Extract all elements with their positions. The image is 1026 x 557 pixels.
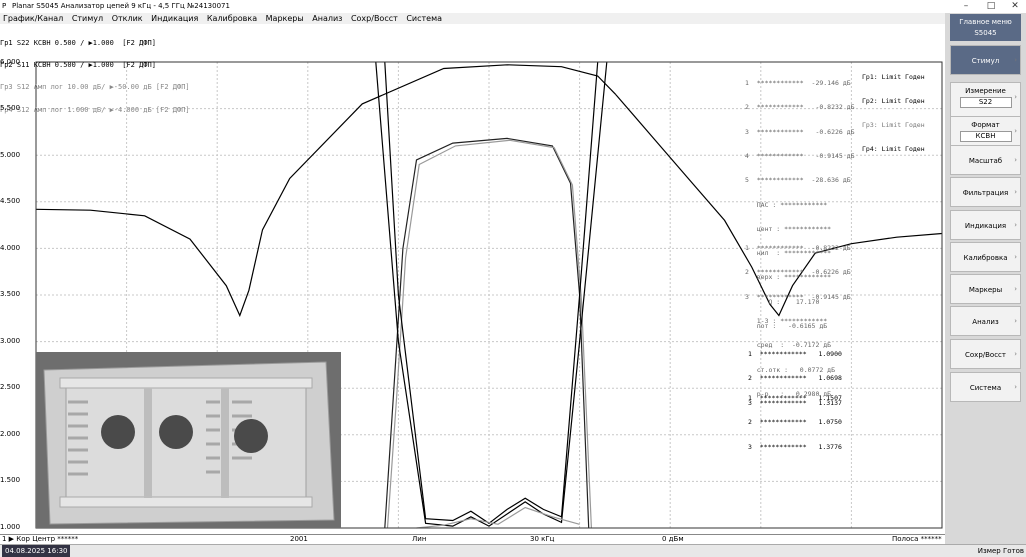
softkey-markers[interactable]: Маркеры › [950, 274, 1021, 304]
y-tick: 3.500 [0, 290, 21, 298]
channel-status-bar: 1 ▶ Кор Центр ****** 2001 Лин 30 кГц 0 д… [0, 534, 945, 544]
marker-line: 2 ************ -0.6226 дБ [745, 268, 851, 277]
y-tick: 1.000 [0, 523, 21, 531]
chevron-right-icon: › [1014, 156, 1017, 164]
limit-test-results: Гр1: Limit Годен Гр2: Limit Годен Гр3: L… [862, 57, 925, 161]
chevron-right-icon: › [1014, 127, 1017, 135]
span-value[interactable]: Полоса ****** [892, 535, 942, 544]
trace-2-label[interactable]: Гр2 S11 КСВН 0.500 / ▶1.000 [F2 ДФП] [0, 62, 190, 70]
if-bandwidth[interactable]: 30 кГц [530, 535, 554, 544]
sweep-type[interactable]: Лин [412, 535, 426, 544]
marker-line: 2 ************ 1.0750 [748, 418, 842, 427]
softkey-label: Масштаб [968, 157, 1003, 165]
trace-4-label[interactable]: Гр4 S12 Амп лог 1.000 дБ/ ▶-4.000 дБ [F2… [0, 106, 190, 115]
trace-line-3 [384, 137, 590, 529]
softkey-value: КСВН [959, 131, 1012, 142]
marker-line: 1-3 : ************ [745, 317, 828, 326]
marker-line: 5 ************ -28.636 дБ [745, 176, 851, 185]
chevron-right-icon: › [1014, 221, 1017, 229]
marker-line: 1 ************ -29.146 дБ [745, 79, 851, 88]
minimize-icon[interactable]: – [955, 0, 977, 13]
chevron-right-icon: › [1014, 317, 1017, 325]
y-tick: 2.000 [0, 430, 21, 438]
softkey-header[interactable]: Главное меню S5045 [950, 14, 1021, 41]
softkey-label: Система [969, 384, 1002, 392]
softkey-label: Фильтрация [962, 189, 1009, 197]
chevron-right-icon: › [1014, 56, 1017, 64]
softkey-display[interactable]: Индикация › [950, 210, 1021, 240]
trace-line-6 [375, 61, 608, 527]
softkey-header-title: Главное меню [959, 18, 1012, 26]
y-tick: 5.000 [0, 151, 21, 159]
filter-device-illustration [36, 352, 341, 528]
chevron-right-icon: › [1014, 383, 1017, 391]
softkey-save-recall[interactable]: Сохр/Восст › [950, 339, 1021, 369]
resonator-hole [159, 415, 193, 449]
points-count[interactable]: 2001 [290, 535, 308, 544]
softkey-calibration[interactable]: Калибровка › [950, 242, 1021, 272]
power-level[interactable]: 0 дБм [662, 535, 684, 544]
y-tick: 6.000 [0, 58, 21, 66]
trace-3-label[interactable]: Гр3 S12 Амп лог 10.00 дБ/ ▶-50.00 дБ [F2… [0, 84, 190, 92]
marker-line: ПАС : ************ [745, 200, 828, 209]
chevron-right-icon: › [1014, 253, 1017, 261]
softkey-label: Маркеры [968, 286, 1003, 294]
softkey-measurement[interactable]: Измерение S22 › [950, 82, 1021, 118]
softkey-label: Калибровка [963, 254, 1008, 262]
instrument-status: Измер Готов [977, 547, 1024, 555]
limit-line: Гр4: Limit Годен [862, 145, 925, 153]
limit-line: Гр1: Limit Годен [862, 73, 925, 81]
y-tick: 1.500 [0, 476, 21, 484]
softkey-label: Формат [971, 121, 1000, 129]
marker-line: 1 ************ -0.8232 дБ [745, 244, 851, 253]
softkey-filtering[interactable]: Фильтрация › [950, 177, 1021, 207]
trace-line-7 [416, 506, 580, 529]
resonator-hole [234, 419, 268, 453]
chevron-right-icon: › [1014, 350, 1017, 358]
y-tick: 4.500 [0, 197, 21, 205]
limit-line: Гр2: Limit Годен [862, 97, 925, 105]
date-time: 04.08.2025 16:30 [2, 545, 71, 557]
softkey-analysis[interactable]: Анализ › [950, 306, 1021, 336]
status-bar: 04.08.2025 16:30 Измер Готов [0, 544, 1026, 557]
marker-table-s11: 1 ************ 1.1507 2 ************ 1.0… [748, 378, 842, 459]
softkey-label: Стимул [971, 57, 1000, 65]
softkey-label: Индикация [964, 222, 1007, 230]
resonator-hole [101, 415, 135, 449]
y-tick: 2.500 [0, 383, 21, 391]
y-tick: 5.500 [0, 104, 21, 112]
y-tick: 4.000 [0, 244, 21, 252]
softkey-header-model: S5045 [974, 29, 997, 37]
marker-line: 1 ************ 1.0900 [748, 350, 842, 359]
chevron-right-icon: › [1014, 285, 1017, 293]
softkey-label: Сохр/Восст [965, 351, 1006, 359]
marker-line: 4 ************ -0.9145 дБ [745, 152, 855, 161]
chevron-right-icon: › [1014, 93, 1017, 101]
trace-line-5 [384, 61, 599, 525]
maximize-icon[interactable]: □ [980, 0, 1002, 13]
softkey-system[interactable]: Система › [950, 372, 1021, 402]
softkey-scale[interactable]: Масштаб › [950, 145, 1021, 175]
marker-line: 2 ************ -0.8232 дБ [745, 103, 855, 112]
device-photo [36, 352, 341, 528]
marker-line: 3 ************ -0.9145 дБ [745, 292, 851, 301]
marker-line: 3 ************ 1.3776 [748, 442, 842, 451]
trace-legend: Гр1 S22 КСВН 0.500 / ▶1.000 [F2 ДФП] Гр2… [0, 25, 190, 122]
limit-line: Гр3: Limit Годен [862, 121, 925, 129]
softkey-stimulus[interactable]: Стимул › [950, 45, 1021, 75]
marker-line: 1 ************ 1.1507 [748, 394, 842, 403]
trace-1-label[interactable]: Гр1 S22 КСВН 0.500 / ▶1.000 [F2 ДФП] [0, 39, 190, 48]
marker-line: 3 ************ -0.6226 дБ [745, 127, 855, 136]
softkey-label: Анализ [972, 318, 999, 326]
softkey-value: S22 [959, 97, 1012, 108]
close-icon[interactable]: ✕ [1004, 0, 1026, 13]
softkey-label: Измерение [965, 87, 1006, 95]
y-tick: 3.000 [0, 337, 21, 345]
chevron-right-icon: › [1014, 188, 1017, 196]
correction-center[interactable]: 1 ▶ Кор Центр ****** [2, 535, 78, 544]
